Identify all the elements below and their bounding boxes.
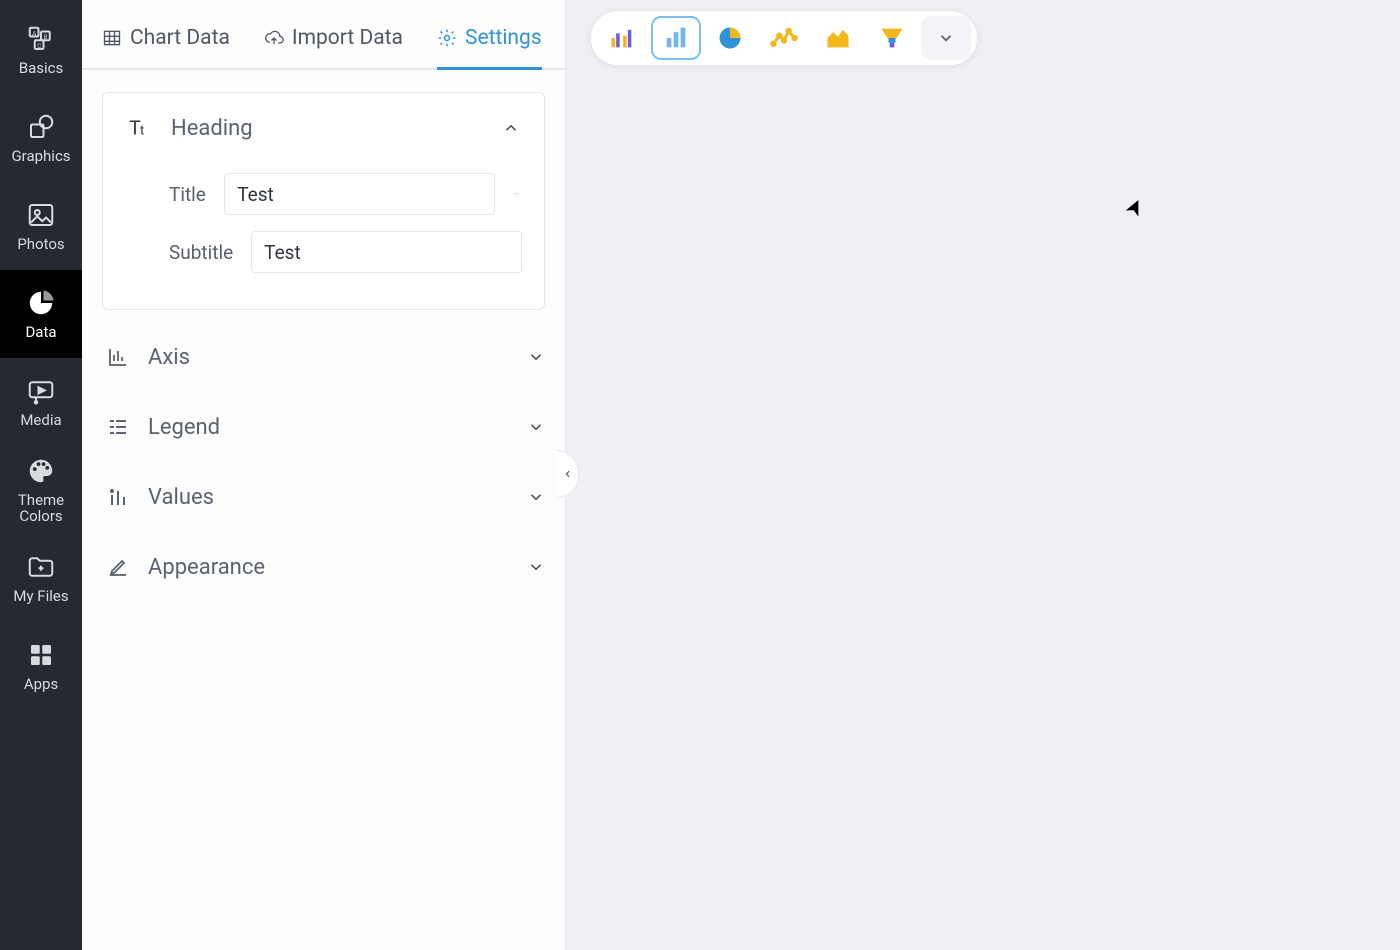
rail-photos[interactable]: Photos [0,182,82,270]
section-title: Appearance [148,555,509,580]
rail-label: Basics [19,60,64,77]
chart-type-area[interactable] [813,16,863,60]
settings-panel: Chart Data Import Data Settings Tt Headi… [82,0,566,950]
pencil-icon [106,555,130,579]
piechart-icon [26,288,56,318]
panel-tabs: Chart Data Import Data Settings [82,0,565,70]
section-values-toggle[interactable]: Values [102,462,545,532]
chevron-down-icon [527,348,545,366]
rail-label: Graphics [11,148,70,165]
values-icon [106,485,130,509]
subtitle-label: Subtitle [169,241,233,264]
cursor-icon: ➤ [1120,194,1150,221]
subtitle-input[interactable] [251,231,522,273]
media-icon [26,376,56,406]
rail-apps[interactable]: Apps [0,622,82,710]
rail-graphics[interactable]: Graphics [0,94,82,182]
axis-icon [106,345,130,369]
settings-sections: Tt Heading Title Subtitle Axis Legend [82,70,565,624]
rail-my-files[interactable]: My Files [0,534,82,622]
section-appearance-toggle[interactable]: Appearance [102,532,545,602]
bar-icon [662,24,690,52]
chevron-up-icon [502,119,520,137]
funnel-icon [878,24,906,52]
section-title: Axis [148,345,509,370]
chevron-down-icon [527,488,545,506]
rail-basics[interactable]: ABC Basics [0,6,82,94]
tab-label: Chart Data [130,26,230,50]
chevron-down-icon [937,29,955,47]
section-axis-toggle[interactable]: Axis [102,322,545,392]
svg-text:A: A [32,29,36,37]
gear-icon [437,28,457,48]
rail-data[interactable]: Data [0,270,82,358]
apps-icon [26,640,56,670]
svg-text:B: B [44,33,48,41]
svg-text:t: t [140,124,144,139]
pie-icon [716,24,744,52]
chevron-down-icon [527,558,545,576]
title-input[interactable] [224,173,495,215]
chart-type-grouped-bar[interactable] [597,16,647,60]
chevron-down-icon [527,418,545,436]
field-title: Title [169,173,520,215]
chart-type-more[interactable] [921,16,971,60]
blocks-icon: ABC [26,24,56,54]
rail-media[interactable]: Media [0,358,82,446]
chart-type-bar[interactable] [651,16,701,60]
rail-label: My Files [13,588,68,605]
chart-type-funnel[interactable] [867,16,917,60]
tab-chart-data[interactable]: Chart Data [102,26,230,68]
chart-type-pie[interactable] [705,16,755,60]
section-title: Legend [148,415,509,440]
tab-settings[interactable]: Settings [437,26,542,68]
shapes-icon [26,112,56,142]
palette-icon [26,456,56,486]
line-icon [770,24,798,52]
section-title: Heading [171,116,484,141]
section-heading: Tt Heading Title Subtitle [102,92,545,310]
field-subtitle: Subtitle [169,231,520,273]
left-rail: ABC Basics Graphics Photos Data Media Th… [0,0,82,950]
rail-label: Data [25,324,56,341]
rail-theme-colors[interactable]: Theme Colors [0,446,82,534]
tab-label: Import Data [292,26,403,50]
cloud-upload-icon [264,28,284,48]
title-label: Title [169,183,206,206]
rail-label: Theme Colors [18,492,64,525]
table-icon [102,28,122,48]
folder-plus-icon [26,552,56,582]
gear-icon[interactable] [513,184,520,204]
chart-type-line[interactable] [759,16,809,60]
legend-icon [106,415,130,439]
section-legend-toggle[interactable]: Legend [102,392,545,462]
grouped-bar-icon [608,24,636,52]
tab-label: Settings [465,26,542,50]
chart-type-toolbar [590,10,978,66]
section-heading-toggle[interactable]: Tt Heading [127,93,520,163]
tab-import-data[interactable]: Import Data [264,26,403,68]
rail-label: Apps [24,676,58,693]
section-title: Values [148,485,509,510]
rail-label: Media [20,412,61,429]
image-icon [26,200,56,230]
canvas[interactable]: Test Test Series 1 EuropeAmericaAfrica 0… [566,0,1400,950]
text-icon: Tt [127,115,153,141]
area-icon [824,24,852,52]
rail-label: Photos [17,236,64,253]
svg-text:C: C [37,42,41,50]
